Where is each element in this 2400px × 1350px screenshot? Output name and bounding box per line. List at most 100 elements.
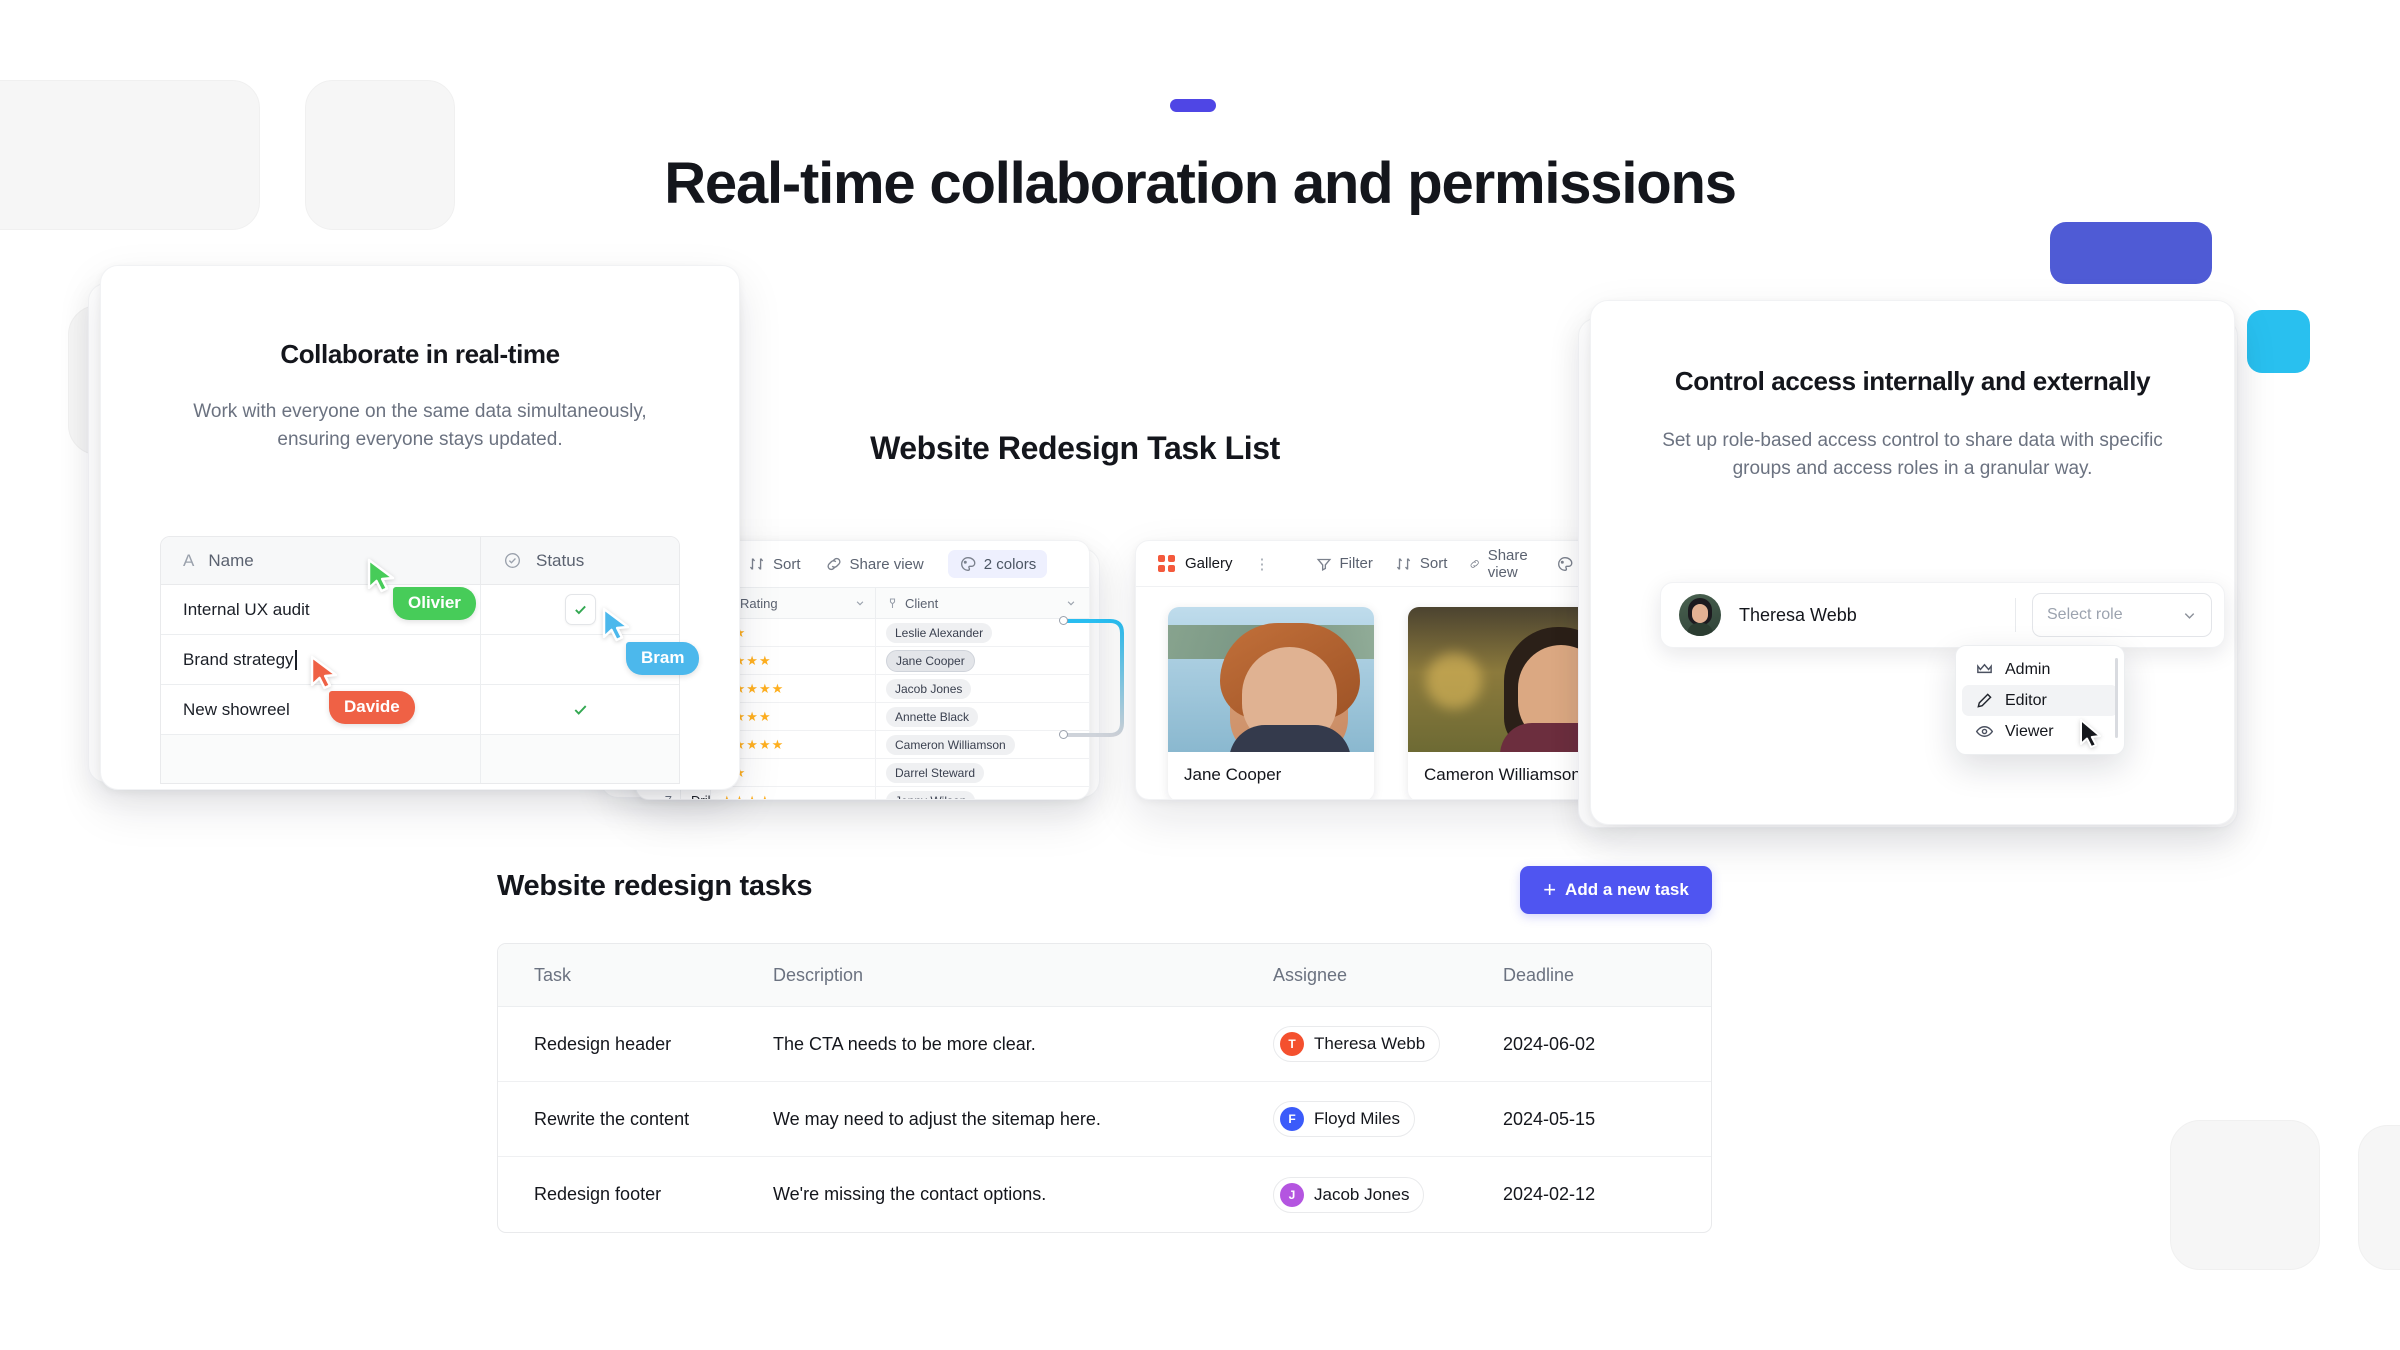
sort-icon — [1396, 557, 1411, 570]
colors-button[interactable]: 2 colors — [947, 550, 1048, 578]
collab-table-empty-row — [161, 735, 679, 783]
share-view-button[interactable]: Share view — [825, 555, 924, 573]
avatar: T — [1280, 1032, 1304, 1056]
assignee-name: Jacob Jones — [1314, 1184, 1410, 1204]
access-control-card: Control access internally and externally… — [1590, 300, 2235, 825]
avatar: F — [1280, 1107, 1304, 1131]
crown-icon — [1977, 663, 1992, 674]
cursor-label-bram: Bram — [626, 642, 700, 675]
connector-node-right — [1059, 730, 1068, 739]
grid-cell-client: Leslie Alexander — [876, 619, 1086, 647]
role-select[interactable]: Select role — [2032, 593, 2212, 637]
assignee-name: Theresa Webb — [1314, 1034, 1426, 1053]
role-label-admin: Admin — [2005, 660, 2051, 678]
role-select-placeholder: Select role — [2047, 606, 2123, 623]
gallery-sort-button[interactable]: Sort — [1395, 555, 1448, 573]
mid-heading: Website Redesign Task List — [870, 430, 1280, 466]
cursor-name-davide: Davide — [344, 697, 400, 716]
collab-col-label-name: Name — [208, 550, 254, 570]
gallery-share-view-button[interactable]: Share view — [1469, 547, 1534, 581]
client-chip: Darrel Steward — [886, 762, 985, 783]
cursor-label-davide: Davide — [329, 691, 415, 724]
tasks-col-description: Description — [773, 964, 864, 985]
assignee-pill[interactable]: F Floyd Miles — [1273, 1101, 1415, 1137]
task-cell-description: We're missing the contact options. — [773, 1184, 1047, 1204]
assignee-pill[interactable]: T Theresa Webb — [1273, 1026, 1441, 1062]
client-chip: Annette Black — [886, 706, 979, 727]
gallery-items: Jane Cooper Cameron Williamson — [1136, 587, 1614, 799]
access-card-title: Control access internally and externally — [1674, 366, 2151, 396]
client-chip: Jenny Wilson — [886, 790, 976, 799]
client-chip: Leslie Alexander — [886, 622, 993, 643]
collab-cell-name: New showreel — [183, 699, 290, 719]
gallery-filter-label: Filter — [1339, 555, 1373, 572]
table-row[interactable]: Redesign header The CTA needs to be more … — [498, 1007, 1711, 1082]
gallery-view-card: Gallery ⋮ Filter Sort Share view Color — [1135, 540, 1615, 800]
add-new-task-button[interactable]: + Add a new task — [1520, 866, 1712, 914]
client-chip: Cameron Williamson — [886, 734, 1015, 755]
gallery-photo — [1168, 607, 1374, 752]
task-cell-assignee: T Theresa Webb — [1273, 1026, 1503, 1062]
assignee-pill[interactable]: J Jacob Jones — [1273, 1176, 1425, 1213]
status-checkbox[interactable] — [564, 594, 596, 625]
filter-icon — [1316, 558, 1331, 571]
page-title: Real-time collaboration and permissions — [664, 151, 1737, 216]
grid-col-label-rating: Rating — [740, 595, 778, 611]
gallery-sort-label: Sort — [1419, 555, 1448, 572]
role-label-viewer: Viewer — [2005, 722, 2054, 740]
chevron-down-icon — [2184, 612, 2195, 619]
link-icon — [1470, 559, 1480, 568]
share-view-label: Share view — [849, 555, 924, 573]
dropdown-scrollbar[interactable] — [2115, 658, 2118, 738]
deco-shape-bottom-right-2 — [2358, 1125, 2400, 1270]
cursor-arrow-icon — [2080, 719, 2101, 748]
more-options-icon[interactable]: ⋮ — [1255, 555, 1271, 573]
task-cell-assignee: J Jacob Jones — [1273, 1176, 1503, 1213]
grid-col-label-client: Client — [905, 595, 939, 611]
role-label-editor: Editor — [2005, 691, 2047, 709]
grid-cell-client: Cameron Williamson — [876, 731, 1086, 759]
gallery-filter-button[interactable]: Filter — [1315, 555, 1373, 573]
avatar: J — [1280, 1182, 1304, 1207]
role-option-admin[interactable]: Admin — [1962, 654, 2118, 685]
grid-col-client[interactable]: Client — [876, 587, 1086, 619]
sort-label: Sort — [773, 555, 801, 573]
text-field-icon: A — [183, 550, 195, 570]
grid-cell-rating: ★★★★ — [711, 786, 876, 799]
tasks-table-body: Redesign header The CTA needs to be more … — [498, 1007, 1711, 1232]
client-chip: Jane Cooper — [886, 649, 975, 672]
collab-col-name[interactable]: A Name — [161, 537, 481, 585]
sort-button[interactable]: Sort — [748, 555, 801, 573]
cursor-name-bram: Bram — [641, 648, 685, 667]
palette-icon — [1558, 556, 1573, 571]
member-name: Theresa Webb — [1739, 604, 1857, 625]
table-row[interactable]: Redesign footer We're missing the contact… — [498, 1157, 1711, 1232]
deco-shape-cyan — [2247, 310, 2310, 373]
table-row[interactable]: Rewrite the content We may need to adjust… — [498, 1082, 1711, 1157]
collab-col-status[interactable]: Status — [481, 551, 679, 571]
role-option-editor[interactable]: Editor — [1962, 685, 2118, 716]
gallery-card-item[interactable]: Jane Cooper — [1168, 607, 1374, 799]
colors-label: 2 colors — [983, 555, 1037, 573]
tasks-col-task: Task — [534, 964, 572, 985]
grid-cell-client: Jacob Jones — [876, 675, 1086, 703]
page-root: Real-time collaboration and permissions … — [0, 0, 2400, 1350]
chevron-down-icon — [856, 601, 864, 606]
collab-table-row[interactable]: New showreel — [161, 684, 679, 735]
collab-card-subtitle: Work with everyone on the same data simu… — [193, 401, 647, 450]
cursor-name-olivier: Olivier — [408, 593, 461, 612]
collab-cell-name: Internal UX audit — [183, 599, 310, 619]
pencil-icon — [1977, 693, 1992, 708]
check-icon — [574, 605, 586, 615]
gallery-view-name: Gallery — [1185, 555, 1233, 572]
gallery-logo-icon — [1158, 555, 1175, 572]
gallery-share-view-label: Share view — [1487, 546, 1528, 581]
avatar — [1679, 594, 1721, 636]
sort-icon — [749, 558, 764, 570]
tag-icon — [889, 598, 896, 608]
task-cell-name: Redesign footer — [534, 1184, 662, 1204]
task-cell-deadline: 2024-02-12 — [1503, 1184, 1596, 1204]
grid-cell-client: Darrel Steward — [876, 759, 1086, 787]
deco-shape-indigo — [2050, 222, 2212, 284]
task-cell-name: Redesign header — [534, 1033, 672, 1054]
